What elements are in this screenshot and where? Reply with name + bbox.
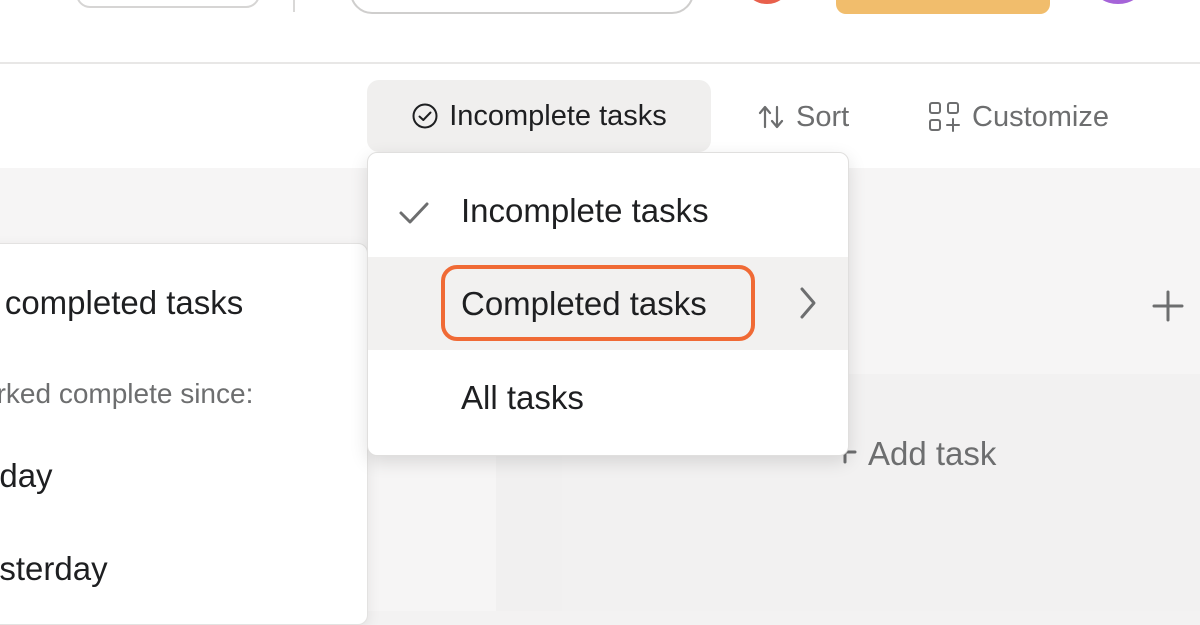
add-task-button[interactable]: Add task <box>832 432 996 476</box>
filter-dropdown-menu: Incomplete tasks Completed tasks All tas… <box>367 152 849 456</box>
menu-item-label: All tasks <box>461 378 584 416</box>
filter-button[interactable]: Incomplete tasks <box>367 80 711 152</box>
filter-button-label: Incomplete tasks <box>449 99 667 132</box>
sort-arrows-icon <box>756 103 786 131</box>
menu-item-completed-tasks[interactable]: Completed tasks <box>368 257 848 350</box>
chevron-right-icon <box>796 285 820 329</box>
search-bar[interactable] <box>350 0 694 14</box>
customize-grid-icon <box>928 101 962 133</box>
menu-item-incomplete-tasks[interactable]: Incomplete tasks <box>368 164 848 257</box>
add-column-button[interactable] <box>1148 286 1188 326</box>
menu-item-label: Completed tasks <box>461 284 707 322</box>
completed-tasks-submenu: ll completed tasks arked complete since:… <box>0 243 368 625</box>
header-cta-button[interactable] <box>836 0 1050 14</box>
add-task-label: Add task <box>868 435 997 472</box>
check-icon <box>398 196 430 234</box>
sort-button-label: Sort <box>796 100 850 133</box>
submenu-item-yesterday[interactable]: esterday <box>0 550 108 588</box>
menu-item-label: Incomplete tasks <box>461 191 709 229</box>
check-circle-icon <box>411 102 439 130</box>
menu-item-all-tasks[interactable]: All tasks <box>368 351 848 444</box>
customize-button[interactable]: Customize <box>928 97 1109 137</box>
top-left-pill[interactable] <box>76 0 260 8</box>
header-divider <box>293 0 295 12</box>
submenu-item-all-completed[interactable]: ll completed tasks <box>0 284 243 322</box>
submenu-item-today[interactable]: oday <box>0 457 53 495</box>
plus-icon <box>1148 290 1188 330</box>
customize-button-label: Customize <box>972 100 1109 133</box>
sort-button[interactable]: Sort <box>756 97 849 137</box>
submenu-section-heading: arked complete since: <box>0 378 254 409</box>
